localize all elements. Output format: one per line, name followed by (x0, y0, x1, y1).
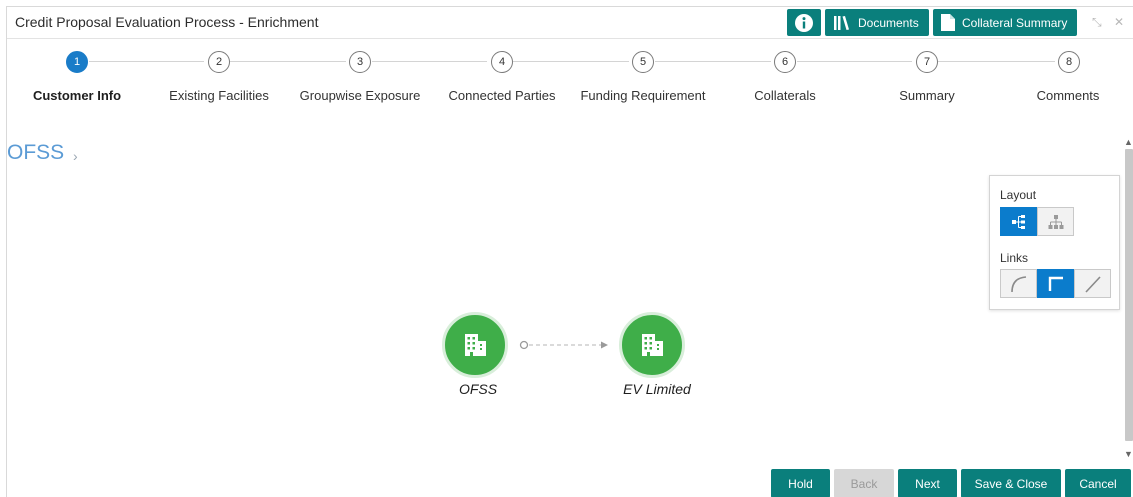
step-collaterals[interactable]: Collaterals (754, 88, 815, 103)
link-curved-button[interactable] (1000, 269, 1037, 298)
step-1-indicator[interactable]: 1 (66, 51, 88, 73)
step-3-indicator[interactable]: 3 (349, 51, 371, 73)
layout-vertical-button[interactable] (1037, 207, 1074, 236)
save-close-button[interactable]: Save & Close (961, 469, 1061, 497)
relationship-link (519, 340, 608, 350)
breadcrumb-current[interactable]: OFSS (7, 141, 64, 165)
documents-icon (834, 15, 849, 30)
info-button[interactable] (787, 9, 821, 36)
back-button[interactable]: Back (834, 469, 894, 497)
collateral-summary-label: Collateral Summary (962, 15, 1068, 30)
links-label: Links (1000, 251, 1029, 265)
link-orthogonal-button[interactable] (1037, 269, 1074, 298)
step-connected-parties[interactable]: Connected Parties (449, 88, 556, 103)
step-5-indicator[interactable]: 5 (632, 51, 654, 73)
orthogonal-link-icon (1048, 276, 1063, 291)
curved-link-icon (1010, 275, 1026, 292)
hold-button[interactable]: Hold (771, 469, 830, 497)
graph-node-ofss[interactable] (442, 312, 508, 378)
step-connector (230, 61, 346, 62)
step-connector (372, 61, 487, 62)
scroll-down-icon[interactable]: ▼ (1124, 449, 1133, 459)
step-funding-requirement[interactable]: Funding Requirement (580, 88, 705, 103)
scroll-up-icon[interactable]: ▲ (1124, 137, 1133, 147)
graph-node-ev-limited[interactable] (619, 312, 685, 378)
enrichment-window: Credit Proposal Evaluation Process - Enr… (6, 6, 1133, 497)
step-6-indicator[interactable]: 6 (774, 51, 796, 73)
vertical-tree-icon (1048, 214, 1063, 229)
step-groupwise-exposure[interactable]: Groupwise Exposure (300, 88, 421, 103)
step-7-indicator[interactable]: 7 (916, 51, 938, 73)
building-icon (465, 334, 486, 356)
building-icon (642, 334, 663, 356)
step-2-indicator[interactable]: 2 (208, 51, 230, 73)
layout-label: Layout (1000, 188, 1037, 202)
layout-horizontal-button[interactable] (1000, 207, 1037, 236)
documents-label: Documents (858, 15, 919, 30)
straight-link-icon (1084, 275, 1101, 293)
step-existing-facilities[interactable]: Existing Facilities (169, 88, 269, 103)
close-icon[interactable]: ✕ (1114, 15, 1124, 29)
step-8-indicator[interactable]: 8 (1058, 51, 1080, 73)
step-connector (938, 61, 1055, 62)
collateral-summary-button[interactable]: Collateral Summary (933, 9, 1077, 36)
step-customer-info[interactable]: Customer Info (33, 88, 121, 103)
title-bar: Credit Proposal Evaluation Process - Enr… (7, 7, 1133, 39)
link-straight-button[interactable] (1074, 269, 1111, 298)
window-title: Credit Proposal Evaluation Process - Enr… (15, 14, 319, 30)
documents-button[interactable]: Documents (825, 9, 929, 36)
chevron-right-icon: › (73, 148, 78, 164)
process-stepper: 1 2 3 4 5 6 7 8 Customer Info Existing F… (7, 39, 1133, 111)
next-button[interactable]: Next (898, 469, 957, 497)
step-connector (89, 61, 204, 62)
node-label-ev-limited: EV Limited (623, 381, 691, 397)
step-connector (513, 61, 629, 62)
relationship-graph-area: OFSS › ▲ ▼ Layout Links OFSS EV Limited (7, 111, 1133, 464)
step-summary[interactable]: Summary (899, 88, 955, 103)
action-footer: Hold Back Next Save & Close Cancel (7, 466, 1133, 497)
node-label-ofss: OFSS (458, 381, 498, 397)
step-connector (797, 61, 912, 62)
info-icon (795, 13, 813, 32)
step-comments[interactable]: Comments (1037, 88, 1100, 103)
minimize-icon[interactable]: ⤡ (1092, 15, 1102, 30)
cancel-button[interactable]: Cancel (1065, 469, 1131, 497)
step-connector (655, 61, 771, 62)
scroll-thumb[interactable] (1125, 149, 1133, 441)
document-icon (941, 14, 955, 31)
vertical-scrollbar[interactable]: ▲ ▼ (1123, 131, 1133, 461)
horizontal-tree-icon (1011, 214, 1025, 229)
graph-controls-panel: Layout Links (989, 175, 1120, 310)
step-4-indicator[interactable]: 4 (491, 51, 513, 73)
